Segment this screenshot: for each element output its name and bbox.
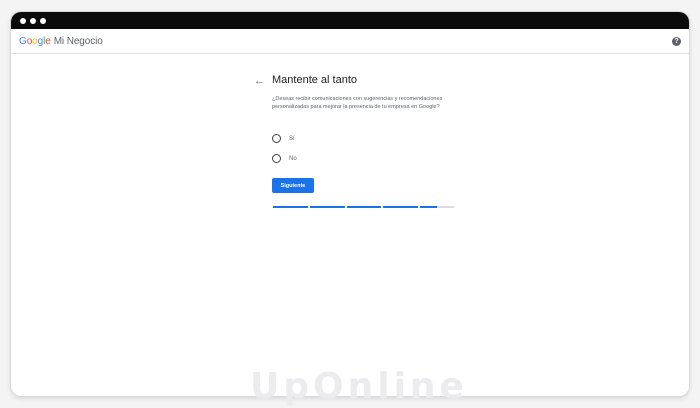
window-close-button[interactable]: [20, 17, 26, 24]
progress-segment: [273, 206, 308, 208]
progress-segment: [383, 206, 419, 208]
window-minimize-button[interactable]: [30, 17, 36, 24]
app-header: Google Mi Negocio ?: [11, 29, 689, 54]
help-icon[interactable]: ?: [672, 36, 681, 46]
option-no[interactable]: No: [272, 154, 297, 163]
logo-letter: e: [45, 35, 51, 47]
watermark-logo: UpOnline: [250, 366, 468, 407]
progress-segment: [420, 206, 454, 208]
page-description: ¿Deseas recibir comunicaciones con suger…: [272, 96, 443, 111]
option-label: Sí: [289, 135, 295, 142]
radio-button-yes[interactable]: [272, 134, 281, 143]
google-my-business-logo[interactable]: Google Mi Negocio: [19, 36, 103, 47]
window-titlebar: [11, 12, 689, 29]
logo-letter: G: [19, 35, 27, 47]
main-content: ← Mantente al tanto ¿Deseas recibir comu…: [11, 54, 689, 396]
progress-segment: [346, 206, 382, 208]
option-label: No: [289, 155, 297, 162]
product-name: Mi Negocio: [53, 35, 103, 47]
browser-window: Google Mi Negocio ? ← Mantente al tanto …: [11, 12, 689, 396]
arrow-left-icon[interactable]: ←: [254, 76, 265, 87]
progress-segment: [309, 206, 345, 208]
radio-button-no[interactable]: [272, 154, 281, 163]
progress-bar: [273, 206, 454, 208]
page-title: Mantente al tanto: [272, 74, 358, 86]
next-button[interactable]: Siguiente: [272, 178, 314, 193]
option-yes[interactable]: Sí: [272, 134, 295, 143]
window-maximize-button[interactable]: [40, 17, 46, 24]
